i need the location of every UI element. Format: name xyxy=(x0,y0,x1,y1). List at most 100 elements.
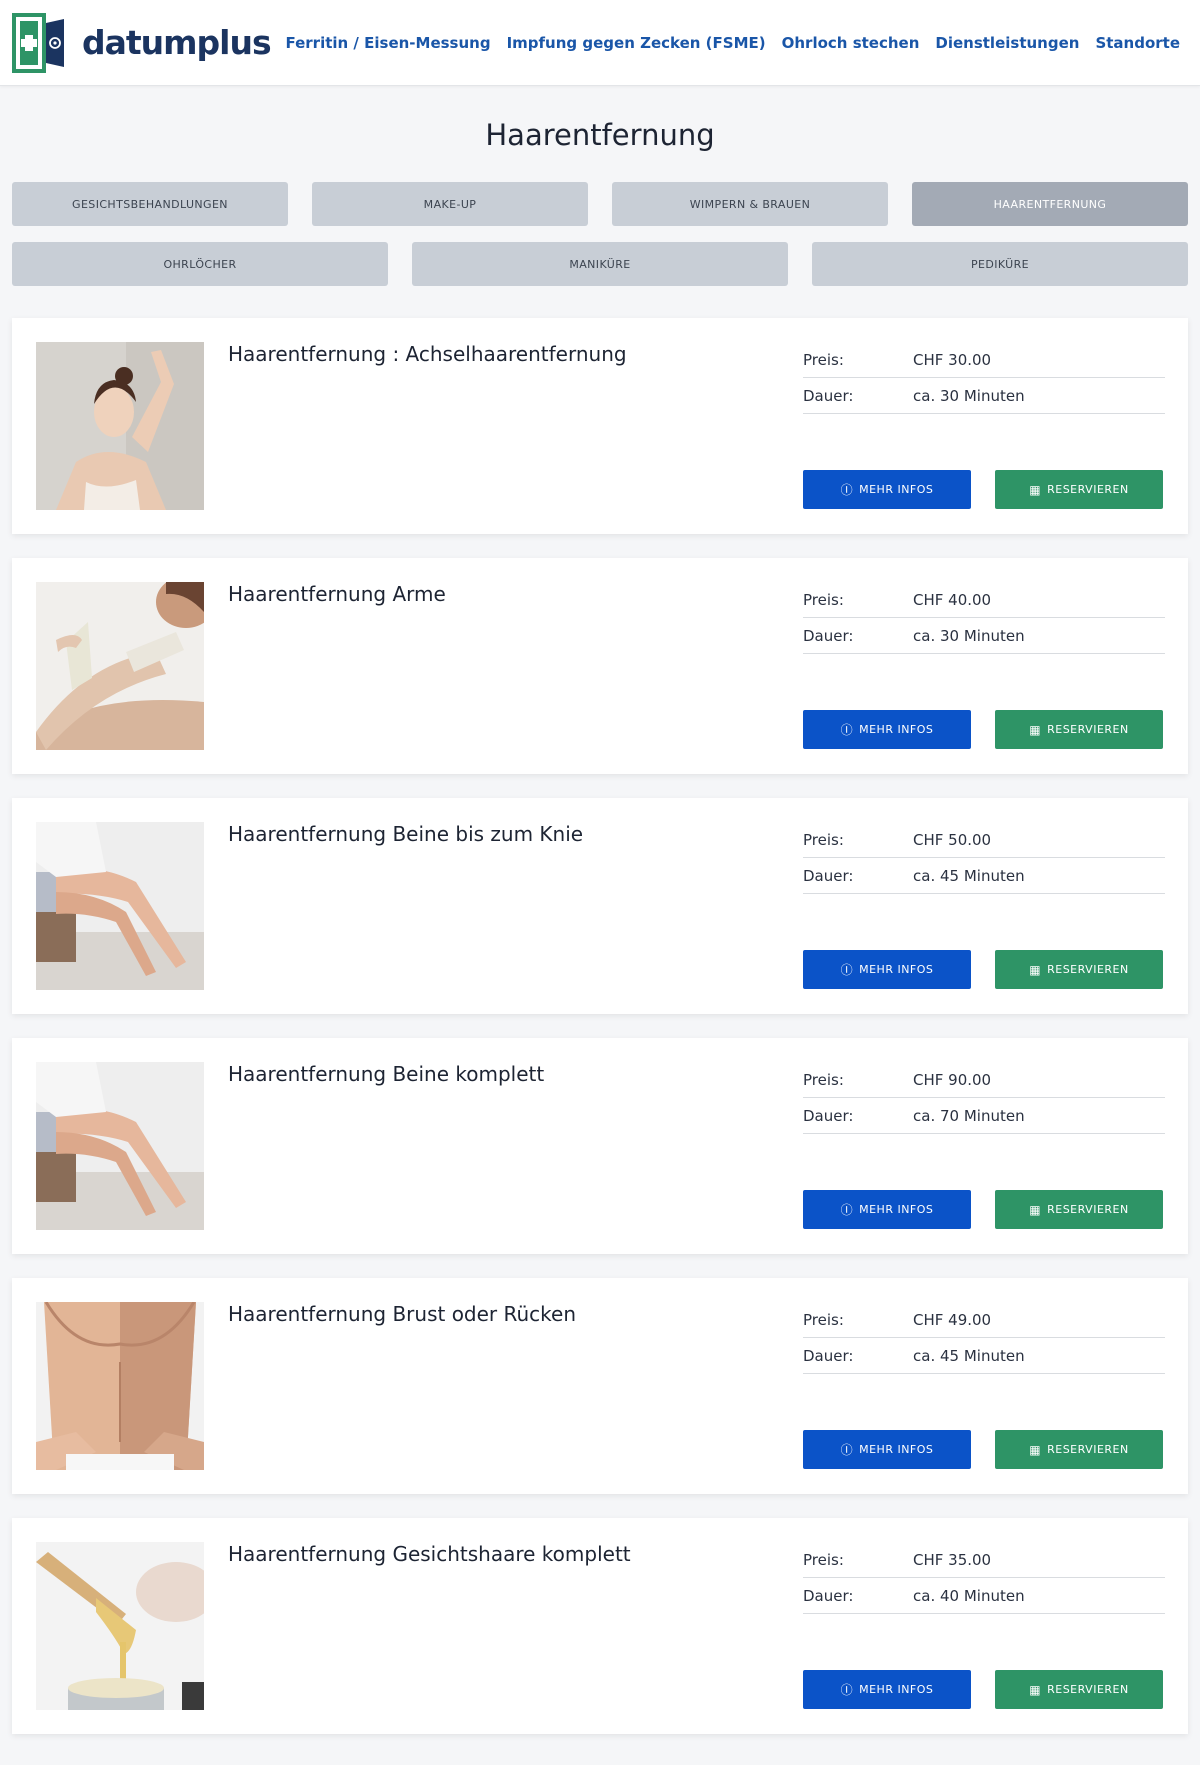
more-info-button[interactable]: ⓘ MEHR INFOS xyxy=(803,950,971,989)
info-icon: ⓘ xyxy=(840,1202,854,1217)
duration-value: ca. 70 Minuten xyxy=(913,1106,1025,1125)
torso-photo-icon xyxy=(36,1302,204,1470)
duration-label: Dauer: xyxy=(803,1586,854,1605)
more-info-label: MEHR INFOS xyxy=(859,483,934,496)
price-row: Preis: CHF 49.00 xyxy=(803,1302,1165,1338)
service-card: Haarentfernung Beine komplett Preis: CHF… xyxy=(12,1038,1188,1254)
duration-label: Dauer: xyxy=(803,386,854,405)
more-info-button[interactable]: ⓘ MEHR INFOS xyxy=(803,470,971,509)
reserve-label: RESERVIEREN xyxy=(1047,1203,1129,1216)
logo-icon xyxy=(12,12,64,73)
service-title: Haarentfernung Gesichtshaare komplett xyxy=(228,1542,631,1566)
price-label: Preis: xyxy=(803,830,844,849)
reserve-button[interactable]: ▦ RESERVIEREN xyxy=(995,710,1163,749)
duration-row: Dauer: ca. 70 Minuten xyxy=(803,1098,1165,1134)
price-value: CHF 30.00 xyxy=(913,350,992,369)
service-title: Haarentfernung Brust oder Rücken xyxy=(228,1302,577,1326)
legs-photo-icon xyxy=(36,822,204,990)
price-label: Preis: xyxy=(803,590,844,609)
price-row: Preis: CHF 30.00 xyxy=(803,342,1165,378)
duration-value: ca. 30 Minuten xyxy=(913,386,1025,405)
more-info-label: MEHR INFOS xyxy=(859,963,934,976)
service-image xyxy=(36,1062,204,1230)
nav-ferritin[interactable]: Ferritin / Eisen-Messung xyxy=(285,34,490,52)
reserve-button[interactable]: ▦ RESERVIEREN xyxy=(995,950,1163,989)
calendar-icon: ▦ xyxy=(1029,1202,1042,1217)
service-card: Haarentfernung Arme Preis: CHF 40.00 Dau… xyxy=(12,558,1188,774)
nav-standorte[interactable]: Standorte xyxy=(1095,34,1180,52)
tab-make-up[interactable]: MAKE-UP xyxy=(312,182,588,226)
duration-value: ca. 45 Minuten xyxy=(913,1346,1025,1365)
reserve-label: RESERVIEREN xyxy=(1047,1683,1129,1696)
price-row: Preis: CHF 40.00 xyxy=(803,582,1165,618)
tab-wimpern-brauen[interactable]: WIMPERN & BRAUEN xyxy=(612,182,888,226)
duration-label: Dauer: xyxy=(803,1106,854,1125)
service-list: Haarentfernung : Achselhaarentfernung Pr… xyxy=(0,318,1200,1734)
price-value: CHF 49.00 xyxy=(913,1310,992,1329)
more-info-button[interactable]: ⓘ MEHR INFOS xyxy=(803,1670,971,1709)
service-title: Haarentfernung : Achselhaarentfernung xyxy=(228,342,627,366)
info-icon: ⓘ xyxy=(840,1682,854,1697)
more-info-label: MEHR INFOS xyxy=(859,1203,934,1216)
more-info-button[interactable]: ⓘ MEHR INFOS xyxy=(803,1430,971,1469)
service-info: Preis: CHF 35.00 Dauer: ca. 40 Minuten xyxy=(803,1542,1165,1614)
page-title: Haarentfernung xyxy=(485,118,715,152)
reserve-label: RESERVIEREN xyxy=(1047,723,1129,736)
brand-name: datumplus xyxy=(82,23,272,62)
price-value: CHF 50.00 xyxy=(913,830,992,849)
nav-fsme[interactable]: Impfung gegen Zecken (FSME) xyxy=(507,34,766,52)
tab-pedikuere[interactable]: PEDIKÜRE xyxy=(812,242,1188,286)
service-actions: ⓘ MEHR INFOS ▦ RESERVIEREN xyxy=(803,1670,1163,1709)
calendar-icon: ▦ xyxy=(1029,962,1042,977)
more-info-button[interactable]: ⓘ MEHR INFOS xyxy=(803,710,971,749)
nav-dienstleistungen[interactable]: Dienstleistungen xyxy=(935,34,1079,52)
duration-row: Dauer: ca. 45 Minuten xyxy=(803,1338,1165,1374)
nav-ohrloch[interactable]: Ohrloch stechen xyxy=(782,34,920,52)
price-label: Preis: xyxy=(803,350,844,369)
info-icon: ⓘ xyxy=(840,722,854,737)
duration-row: Dauer: ca. 45 Minuten xyxy=(803,858,1165,894)
reserve-label: RESERVIEREN xyxy=(1047,963,1129,976)
price-value: CHF 90.00 xyxy=(913,1070,992,1089)
price-row: Preis: CHF 90.00 xyxy=(803,1062,1165,1098)
price-label: Preis: xyxy=(803,1550,844,1569)
price-value: CHF 35.00 xyxy=(913,1550,992,1569)
wax-spatula-photo-icon xyxy=(36,1542,204,1710)
service-card: Haarentfernung Beine bis zum Knie Preis:… xyxy=(12,798,1188,1014)
tab-gesichtsbehandlungen[interactable]: GESICHTSBEHANDLUNGEN xyxy=(12,182,288,226)
reserve-button[interactable]: ▦ RESERVIEREN xyxy=(995,1190,1163,1229)
duration-value: ca. 40 Minuten xyxy=(913,1586,1025,1605)
service-info: Preis: CHF 90.00 Dauer: ca. 70 Minuten xyxy=(803,1062,1165,1134)
tab-haarentfernung[interactable]: HAARENTFERNUNG xyxy=(912,182,1188,226)
service-actions: ⓘ MEHR INFOS ▦ RESERVIEREN xyxy=(803,470,1163,509)
duration-row: Dauer: ca. 30 Minuten xyxy=(803,378,1165,414)
reserve-button[interactable]: ▦ RESERVIEREN xyxy=(995,1670,1163,1709)
legs-photo-icon xyxy=(36,1062,204,1230)
more-info-label: MEHR INFOS xyxy=(859,1443,934,1456)
calendar-icon: ▦ xyxy=(1029,482,1042,497)
reserve-label: RESERVIEREN xyxy=(1047,1443,1129,1456)
reserve-button[interactable]: ▦ RESERVIEREN xyxy=(995,1430,1163,1469)
service-image xyxy=(36,582,204,750)
duration-value: ca. 45 Minuten xyxy=(913,866,1025,885)
price-row: Preis: CHF 50.00 xyxy=(803,822,1165,858)
service-actions: ⓘ MEHR INFOS ▦ RESERVIEREN xyxy=(803,1190,1163,1229)
info-icon: ⓘ xyxy=(840,962,854,977)
calendar-icon: ▦ xyxy=(1029,1442,1042,1457)
duration-label: Dauer: xyxy=(803,866,854,885)
duration-value: ca. 30 Minuten xyxy=(913,626,1025,645)
reserve-label: RESERVIEREN xyxy=(1047,483,1129,496)
calendar-icon: ▦ xyxy=(1029,1682,1042,1697)
more-info-label: MEHR INFOS xyxy=(859,1683,934,1696)
service-actions: ⓘ MEHR INFOS ▦ RESERVIEREN xyxy=(803,710,1163,749)
logo[interactable]: datumplus xyxy=(12,11,272,75)
reserve-button[interactable]: ▦ RESERVIEREN xyxy=(995,470,1163,509)
more-info-button[interactable]: ⓘ MEHR INFOS xyxy=(803,1190,971,1229)
calendar-icon: ▦ xyxy=(1029,722,1042,737)
tab-ohrloecher[interactable]: OHRLÖCHER xyxy=(12,242,388,286)
duration-label: Dauer: xyxy=(803,626,854,645)
duration-label: Dauer: xyxy=(803,1346,854,1365)
service-actions: ⓘ MEHR INFOS ▦ RESERVIEREN xyxy=(803,1430,1163,1469)
tab-manikuere[interactable]: MANIKÜRE xyxy=(412,242,788,286)
duration-row: Dauer: ca. 40 Minuten xyxy=(803,1578,1165,1614)
